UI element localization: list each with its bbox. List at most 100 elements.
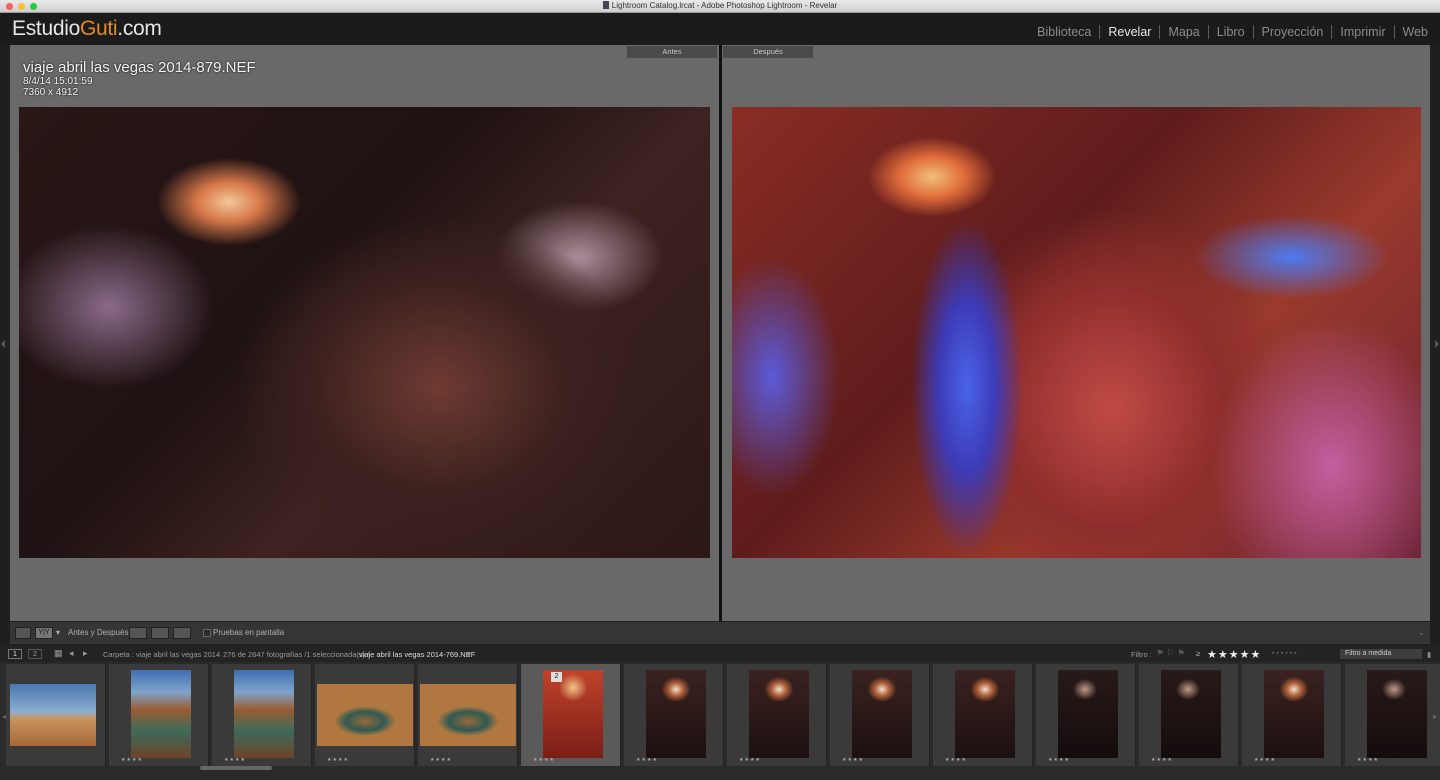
module-proyeccion[interactable]: Proyección — [1252, 25, 1332, 39]
after-label: Después — [723, 46, 813, 58]
window-titlebar: Lightroom Catalog.lrcat - Adobe Photosho… — [0, 0, 1440, 13]
thumbnail-rating: ★★★★ — [945, 757, 967, 763]
grid-icon[interactable]: ▦ — [54, 648, 63, 659]
soft-proofing-label: Pruebas en pantalla — [213, 628, 285, 637]
thumbnail-rating: ★★★★ — [1151, 757, 1173, 763]
filmstrip-thumbnail[interactable]: ★★★★ — [830, 664, 930, 766]
thumbnail-image — [131, 670, 191, 758]
module-mapa[interactable]: Mapa — [1159, 25, 1207, 39]
filmstrip-left-arrow-icon[interactable]: ◂ — [2, 712, 6, 721]
thumbnail-image — [420, 684, 516, 746]
copy-before-to-after-button[interactable] — [129, 627, 147, 639]
dropdown-arrow-icon[interactable]: ▾ — [56, 628, 60, 637]
logo-domain-text: .com — [117, 17, 162, 40]
toolbar-menu-icon[interactable]: ⌄ — [1418, 628, 1425, 637]
thumbnail-image — [543, 670, 603, 758]
thumbnail-rating: ★★★★ — [1048, 757, 1070, 763]
logo-accent-text: Guti — [79, 17, 118, 40]
loupe-view-button[interactable] — [15, 627, 31, 639]
filmstrip-thumbnail[interactable]: ★★★★ — [1036, 664, 1136, 766]
thumbnail-image — [955, 670, 1015, 758]
thumbnail-image — [852, 670, 912, 758]
rating-operator-icon[interactable]: ≥ — [1196, 649, 1200, 658]
path-dropdown-icon[interactable]: ▾ — [467, 650, 471, 659]
document-icon — [602, 1, 609, 9]
filmstrip: ★★★★ ★★★★ ★★★★ ★★★★ 2 ★★★★ ★★★★ ★★★★ ★★★★ ★★★★ ★★★… — [0, 662, 1440, 780]
color-label-filter-icons[interactable]: ▪ ▪ ▪ ▪ ▪ ▪ — [1272, 650, 1297, 657]
filmstrip-thumbnail[interactable] — [6, 664, 106, 766]
thumbnail-image — [1367, 670, 1427, 758]
before-after-view: Antes viaje abril las vegas 2014-879.NEF… — [10, 45, 1430, 621]
thumbnail-image — [234, 670, 294, 758]
logo-text: Estudio — [12, 17, 80, 40]
module-web[interactable]: Web — [1393, 25, 1436, 39]
filmstrip-thumbnail[interactable]: ★★★★ — [109, 664, 209, 766]
filmstrip-thumbnail[interactable]: ★★★★ — [1139, 664, 1239, 766]
filmstrip-thumbnail[interactable]: ★★★★ — [727, 664, 827, 766]
thumbnail-rating: ★★★★ — [533, 757, 555, 763]
secondary-window-1-button[interactable]: 1 — [8, 649, 22, 659]
photo-info-overlay: viaje abril las vegas 2014-879.NEF 8/4/1… — [23, 59, 256, 98]
back-arrow-icon[interactable]: ◂ — [69, 648, 74, 659]
thumbnail-rating: ★★★★ — [842, 757, 864, 763]
filmstrip-right-arrow-icon[interactable]: ▸ — [1433, 712, 1437, 721]
module-libro[interactable]: Libro — [1207, 25, 1253, 39]
filmstrip-scrollbar[interactable] — [200, 766, 272, 770]
identity-plate-logo: EstudioGuti.com — [12, 17, 162, 41]
thumbnail-rating: ★★★★ — [739, 757, 761, 763]
swap-before-after-button[interactable] — [173, 627, 191, 639]
flag-filter-icons[interactable]: ⚑ ⚐ ⚑ — [1156, 648, 1185, 659]
module-revelar[interactable]: Revelar — [1099, 25, 1159, 39]
thumbnail-rating: ★★★★ — [430, 757, 452, 763]
thumbnail-image — [646, 670, 706, 758]
thumbnail-image — [317, 684, 413, 746]
develop-toolbar: Y|Y ▾ Antes y Después: Pruebas en pantal… — [10, 621, 1430, 644]
thumbnail-image — [749, 670, 809, 758]
soft-proofing-checkbox[interactable] — [203, 629, 211, 637]
module-biblioteca[interactable]: Biblioteca — [1029, 25, 1099, 39]
module-bar: EstudioGuti.com Biblioteca Revelar Mapa … — [0, 13, 1440, 45]
filter-lock-icon[interactable]: ▮ — [1427, 650, 1431, 659]
thumbnail-image — [1161, 670, 1221, 758]
filmstrip-thumbnail[interactable]: ★★★★ — [315, 664, 415, 766]
thumbnail-rating: ★★★★ — [224, 757, 246, 763]
photo-count: 276 de 2647 fotografías /1 seleccionada(… — [223, 650, 370, 659]
window-title-area: Lightroom Catalog.lrcat - Adobe Photosho… — [0, 1, 1440, 10]
selected-file-name[interactable]: viaje abril las vegas 2014-769.NEF — [359, 650, 475, 659]
thumbnail-rating: ★★★★ — [636, 757, 658, 763]
thumbnail-rating: ★★★★ — [1254, 757, 1276, 763]
forward-arrow-icon[interactable]: ▸ — [83, 648, 88, 659]
rating-filter[interactable]: ★★★★★ — [1207, 648, 1261, 661]
thumbnail-rating: ★★★★ — [121, 757, 143, 763]
filmstrip-thumbnail[interactable]: ★★★★ — [1242, 664, 1342, 766]
rating-stars: ★★★★★ — [1207, 649, 1262, 661]
secondary-window-2-button[interactable]: 2 — [28, 649, 42, 659]
thumbnail-image — [1264, 670, 1324, 758]
right-panel-toggle-icon[interactable] — [1435, 340, 1439, 348]
filmstrip-thumbnail[interactable]: ★★★★ — [418, 664, 518, 766]
before-label: Antes — [627, 46, 717, 58]
module-imprimir[interactable]: Imprimir — [1331, 25, 1393, 39]
filmstrip-thumbnail[interactable]: ★★★★ — [1345, 664, 1440, 766]
filmstrip-thumbnail[interactable]: ★★★★ — [624, 664, 724, 766]
filmstrip-thumbnail[interactable]: 2 ★★★★ — [521, 664, 621, 766]
thumbnail-rating: ★★★★ — [327, 757, 349, 763]
module-picker: Biblioteca Revelar Mapa Libro Proyección… — [1029, 25, 1436, 39]
thumbnail-rating: ★★★★ — [1357, 757, 1379, 763]
after-photo[interactable] — [732, 107, 1421, 558]
filmstrip-header: 1 2 ▦ ◂ ▸ Carpeta : viaje abril las vega… — [0, 646, 1440, 662]
image-dimensions: 7360 x 4912 — [23, 87, 79, 98]
file-name: viaje abril las vegas 2014-879.NEF — [23, 59, 256, 76]
filmstrip-thumbnail[interactable]: ★★★★ — [212, 664, 312, 766]
copy-after-to-before-button[interactable] — [151, 627, 169, 639]
filmstrip-thumbnail[interactable]: ★★★★ — [933, 664, 1033, 766]
stack-count-badge[interactable]: 2 — [551, 672, 562, 682]
left-panel-toggle-icon[interactable] — [1, 340, 5, 348]
before-after-label: Antes y Después: — [68, 628, 131, 637]
before-photo[interactable] — [19, 107, 710, 558]
capture-date: 8/4/14 15:01:59 — [23, 76, 93, 87]
before-after-mode-button[interactable]: Y|Y — [35, 627, 53, 639]
filter-preset-select[interactable]: Filtro a medida — [1340, 649, 1422, 659]
thumbnail-image — [10, 684, 96, 746]
folder-path[interactable]: Carpeta : viaje abril las vegas 2014 — [103, 650, 220, 659]
